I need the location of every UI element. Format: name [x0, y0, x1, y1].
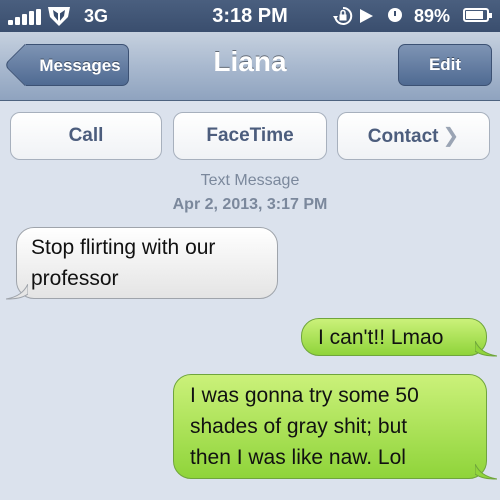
facetime-button-label: FaceTime [206, 125, 294, 146]
message-line: professor [31, 267, 119, 290]
message-line: I can't!! Lmao [318, 326, 444, 349]
bubble-tail-icon [475, 341, 497, 357]
chevron-right-icon: ❯ [442, 125, 460, 147]
message-timestamp: Apr 2, 2013, 3:17 PM [172, 196, 328, 213]
edit-button[interactable]: Edit [398, 44, 492, 86]
status-bar: 3G 3:18 PM 89% [0, 0, 500, 32]
message-line: I was gonna try some 50 [190, 384, 419, 407]
outgoing-message-bubble[interactable]: I was gonna try some 50 shades of gray s… [173, 374, 497, 480]
bubble-tail-icon [475, 464, 497, 480]
facetime-button[interactable]: FaceTime [173, 112, 327, 160]
battery-percent: 89% [414, 6, 451, 26]
contact-button[interactable]: Contact ❯ [337, 112, 490, 160]
navigation-bar: Messages Liana Edit [0, 32, 500, 101]
play-icon [360, 9, 373, 23]
contact-button-label: Contact [367, 126, 439, 147]
battery-icon [463, 8, 492, 22]
message-line: shades of gray shit; but [190, 415, 408, 438]
incoming-message-bubble[interactable]: Stop flirting with our professor [6, 227, 278, 300]
bubble-tail-icon [6, 284, 28, 300]
alarm-icon [388, 8, 402, 22]
call-button-label: Call [68, 125, 104, 146]
message-line: then I was like naw. Lol [190, 446, 406, 469]
message-line: Stop flirting with our [31, 236, 216, 259]
rotation-lock-icon [333, 6, 353, 25]
message-type-label: Text Message [200, 172, 300, 189]
outgoing-message-bubble[interactable]: I can't!! Lmao [301, 318, 497, 357]
call-button[interactable]: Call [10, 112, 162, 160]
